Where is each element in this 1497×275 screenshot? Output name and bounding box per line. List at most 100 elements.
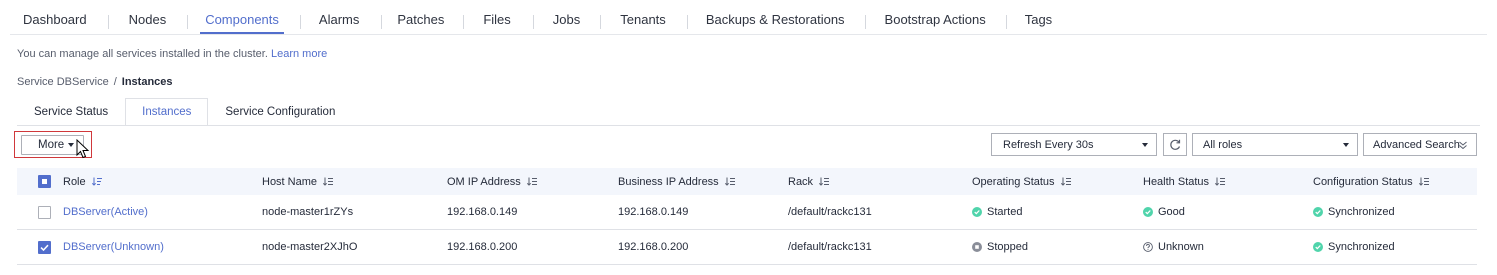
configuration-status-cell: Synchronized [1313,230,1395,264]
nav-item-tags[interactable]: Tags [1025,0,1052,36]
column-label: Host Name [262,175,318,188]
refresh-icon [1170,139,1181,150]
row-checkbox-checked[interactable] [38,240,51,254]
refresh-interval-value: Refresh Every 30s [1003,138,1094,151]
advanced-search-button[interactable]: Advanced Search [1363,133,1477,156]
column-header-configuration-status[interactable]: Configuration Status [1313,168,1430,195]
sort-icon[interactable] [1418,177,1430,186]
check-circle-icon [1313,207,1323,217]
checkmark-icon [40,244,49,251]
info-message: You can manage all services installed in… [17,48,327,60]
health-status-cell: Good [1143,195,1185,229]
configuration-status-cell: Synchronized [1313,195,1395,229]
sort-icon[interactable] [526,177,538,186]
role-link[interactable]: DBServer(Unknown) [63,241,164,253]
more-button[interactable]: More [21,135,84,155]
sort-icon[interactable] [819,177,830,186]
breadcrumb-current: Instances [121,76,173,88]
column-header-rack[interactable]: Rack [788,168,830,195]
configuration-status-text: Synchronized [1328,206,1395,218]
sort-icon[interactable] [323,177,334,186]
nav-item-backups-restorations[interactable]: Backups & Restorations [706,0,845,36]
tab-service-configuration[interactable]: Service Configuration [208,98,352,126]
column-label: Operating Status [972,175,1055,188]
om-ip-cell: 192.168.0.200 [447,241,518,253]
stop-circle-icon [972,242,982,252]
breadcrumb: Service DBService / Instances [17,76,173,88]
column-label: OM IP Address [447,175,521,188]
sort-icon[interactable] [1060,177,1072,186]
check-circle-icon [1313,242,1323,252]
question-circle-icon [1143,242,1153,252]
nav-separator [532,15,534,29]
om-ip-cell: 192.168.0.149 [447,206,518,218]
caret-down-icon [1142,143,1148,147]
check-circle-icon [972,207,982,217]
nav-separator [864,15,866,29]
more-button-label: More [38,139,65,151]
column-label: Role [63,175,86,188]
refresh-interval-select[interactable]: Refresh Every 30s [991,133,1157,156]
configuration-status-text: Synchronized [1328,241,1395,253]
role-cell: DBServer(Active) [63,195,148,229]
operating-status-cell: Stopped [972,230,1028,264]
nav-separator [686,15,688,29]
nav-item-files[interactable]: Files [483,0,510,36]
advanced-search-label: Advanced Search [1373,138,1460,151]
nav-separator [1005,15,1007,29]
host-name-cell: node-master2XJhO [262,241,358,253]
column-label: Configuration Status [1313,175,1413,188]
refresh-button[interactable] [1163,133,1187,156]
column-label: Business IP Address [618,175,719,188]
learn-more-link[interactable]: Learn more [271,48,327,60]
role-cell: DBServer(Unknown) [63,230,164,264]
operating-status-text: Stopped [987,241,1028,253]
nav-item-nodes[interactable]: Nodes [129,0,167,36]
nav-separator [381,15,383,29]
info-text: You can manage all services installed in… [17,48,268,60]
column-header-operating-status[interactable]: Operating Status [972,168,1072,195]
operating-status-text: Started [987,206,1023,218]
rack-cell: /default/rackc131 [788,206,872,218]
role-link[interactable]: DBServer(Active) [63,206,148,218]
nav-item-dashboard[interactable]: Dashboard [23,0,87,36]
nav-separator [600,15,602,29]
column-header-role[interactable]: Role [63,168,103,195]
table-row[interactable]: DBServer(Active) node-master1rZYs 192.16… [17,195,1477,230]
select-all-checkbox[interactable] [38,175,51,188]
select-all-cell [38,168,51,195]
tab-service-status[interactable]: Service Status [17,98,125,126]
table-header: Role Host Name OM IP Address Business IP… [17,168,1477,195]
sort-ascending-icon[interactable] [91,177,103,186]
nav-item-jobs[interactable]: Jobs [553,0,580,36]
tabs-divider [17,125,1480,126]
health-status-text: Good [1158,206,1185,218]
nav-item-alarms[interactable]: Alarms [319,0,359,36]
role-filter-select[interactable]: All roles [1192,133,1358,156]
column-header-health-status[interactable]: Health Status [1143,168,1226,195]
column-header-host-name[interactable]: Host Name [262,168,334,195]
sort-icon[interactable] [724,177,736,186]
table-row[interactable]: DBServer(Unknown) node-master2XJhO 192.1… [17,230,1477,265]
nav-item-patches[interactable]: Patches [397,0,444,36]
rack-cell: /default/rackc131 [788,241,872,253]
tab-instances[interactable]: Instances [125,98,209,126]
sort-icon[interactable] [1215,177,1226,186]
nav-item-bootstrap-actions[interactable]: Bootstrap Actions [885,0,986,36]
nav-separator [187,15,189,29]
row-checkbox[interactable] [38,205,51,219]
column-header-business-ip-address[interactable]: Business IP Address [618,168,736,195]
check-circle-icon [1143,207,1153,217]
nav-item-components[interactable]: Components [200,0,284,36]
nav-item-tenants[interactable]: Tenants [620,0,666,36]
operating-status-cell: Started [972,195,1022,229]
caret-down-icon [1343,143,1349,147]
host-name-cell: node-master1rZYs [262,206,354,218]
nav-separator [299,15,301,29]
nav-separator [463,15,465,29]
health-status-cell: Unknown [1143,230,1204,264]
breadcrumb-parent[interactable]: Service DBService [17,76,109,88]
column-label: Rack [788,175,814,188]
column-header-om-ip-address[interactable]: OM IP Address [447,168,538,195]
caret-down-icon [68,143,75,147]
